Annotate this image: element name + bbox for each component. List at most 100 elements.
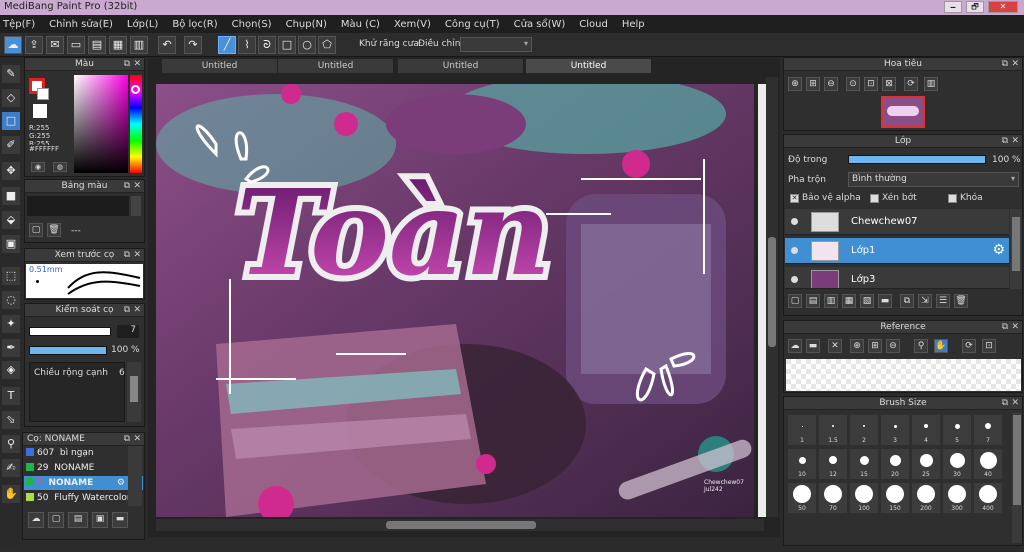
layer-row[interactable]: Lớp3 bbox=[785, 267, 1009, 289]
close-icon[interactable]: ✕ bbox=[1011, 321, 1019, 334]
layer-mask-icon[interactable]: ▧ bbox=[860, 294, 874, 308]
brush-size-cell[interactable]: 7 bbox=[974, 415, 1002, 445]
brush-size-cell[interactable]: 70 bbox=[819, 483, 847, 513]
menu-window[interactable]: Cửa sổ(W) bbox=[514, 19, 566, 30]
blend-mode-dropdown[interactable]: Bình thường ▾ bbox=[848, 172, 1019, 187]
lock-checkbox[interactable] bbox=[948, 194, 957, 203]
gradient-tool-icon[interactable]: ▣ bbox=[2, 235, 20, 253]
line-tool-icon[interactable]: ╱ bbox=[218, 36, 236, 54]
polyline-icon[interactable]: ⌇ bbox=[238, 36, 256, 54]
select-eraser-tool-icon[interactable]: ◈ bbox=[2, 361, 20, 379]
hue-handle[interactable] bbox=[131, 85, 140, 94]
curve-icon[interactable]: ᘐ bbox=[258, 36, 276, 54]
halftone-layer-icon[interactable]: ▦ bbox=[842, 294, 856, 308]
maximize-button[interactable]: 🗗 bbox=[966, 1, 984, 13]
eye-icon[interactable] bbox=[791, 218, 798, 225]
brush-size-cell[interactable]: 50 bbox=[788, 483, 816, 513]
rectangle-icon[interactable]: □ bbox=[278, 36, 296, 54]
undock-icon[interactable]: ⧉ bbox=[1002, 321, 1008, 334]
close-icon[interactable]: ✕ bbox=[1011, 58, 1019, 71]
reference-canvas[interactable] bbox=[786, 359, 1021, 391]
undock-icon[interactable]: ⧉ bbox=[124, 249, 130, 262]
close-icon[interactable]: ✕ bbox=[133, 249, 141, 262]
eye-icon[interactable] bbox=[791, 276, 798, 283]
document-icon[interactable]: ▤ bbox=[88, 36, 106, 54]
comment-icon[interactable]: ▭ bbox=[67, 36, 85, 54]
brush-control-scrollbar[interactable] bbox=[127, 362, 141, 422]
close-icon[interactable]: ✕ bbox=[133, 304, 141, 317]
brush-list-item[interactable]: 29 NONAME bbox=[24, 461, 143, 475]
undock-icon[interactable]: ⧉ bbox=[124, 58, 130, 71]
close-icon[interactable]: ✕ bbox=[1011, 135, 1019, 148]
close-icon[interactable]: ✕ bbox=[133, 180, 141, 193]
cloud-brush-icon[interactable]: ☁ bbox=[28, 512, 44, 528]
brush-size-cell[interactable]: 100 bbox=[850, 483, 878, 513]
text-tool-icon[interactable]: T bbox=[2, 387, 20, 405]
polygon-icon[interactable]: ⬠ bbox=[318, 36, 336, 54]
menu-view[interactable]: Xem(V) bbox=[394, 19, 431, 30]
hand-tool-icon[interactable]: ✋ bbox=[2, 485, 20, 503]
reference-close-icon[interactable]: ✕ bbox=[828, 339, 842, 353]
menu-file[interactable]: Tệp(F) bbox=[3, 19, 35, 30]
fill-tool-icon[interactable]: ■ bbox=[2, 187, 20, 205]
select-pen-tool-icon[interactable]: ✒ bbox=[2, 339, 20, 357]
folder-brush-icon[interactable]: ▬ bbox=[112, 512, 128, 528]
adjust-dropdown[interactable]: ▾ bbox=[460, 37, 532, 52]
layer-row[interactable]: Chewchew07 bbox=[785, 209, 1009, 235]
new-layer-icon[interactable]: ▢ bbox=[788, 294, 802, 308]
brush-size-cell[interactable]: 150 bbox=[881, 483, 909, 513]
palette-area[interactable] bbox=[27, 196, 129, 216]
brush-size-cell[interactable]: 300 bbox=[943, 483, 971, 513]
color-mode-button[interactable]: ◉ bbox=[31, 162, 45, 172]
menu-select[interactable]: Chọn(S) bbox=[232, 19, 272, 30]
flip-icon[interactable]: ▥ bbox=[924, 77, 938, 91]
close-icon[interactable]: ✕ bbox=[133, 58, 141, 71]
zoom-in-icon[interactable]: ⊕ bbox=[788, 77, 802, 91]
duplicate-layer-icon[interactable]: ⧉ bbox=[900, 294, 914, 308]
reference-fit-icon[interactable]: ⊞ bbox=[868, 339, 882, 353]
brush-size-slider[interactable] bbox=[29, 327, 111, 336]
zoom-out-icon[interactable]: ⊖ bbox=[824, 77, 838, 91]
move-tool-icon[interactable]: ✥ bbox=[2, 162, 20, 180]
fit-window-icon[interactable]: ⊡ bbox=[864, 77, 878, 91]
layer-scrollbar[interactable] bbox=[1010, 209, 1022, 289]
merge-layer-icon[interactable]: ⇲ bbox=[918, 294, 932, 308]
brush-size-cell[interactable]: 40 bbox=[974, 449, 1002, 479]
saturation-value-picker[interactable] bbox=[74, 75, 128, 173]
brush-size-cell[interactable]: 30 bbox=[943, 449, 971, 479]
add-palette-icon[interactable]: ▢ bbox=[29, 223, 43, 237]
tab-untitled-1[interactable]: Untitled bbox=[162, 59, 278, 73]
redo-icon[interactable]: ↷ bbox=[184, 36, 202, 54]
lasso-tool-icon[interactable]: ◌ bbox=[2, 291, 20, 309]
brush-list-item[interactable]: 7 NONAME ⚙ bbox=[24, 476, 143, 490]
reference-zoom-out-icon[interactable]: ⊖ bbox=[886, 339, 900, 353]
artwork-canvas[interactable]: Toàn Chewchew07 Jul242 bbox=[156, 84, 754, 517]
undock-icon[interactable]: ⧉ bbox=[124, 304, 130, 317]
dot-tool-icon[interactable]: ✐ bbox=[2, 136, 20, 154]
reference-rotate-icon[interactable]: ⟳ bbox=[962, 339, 976, 353]
delete-palette-icon[interactable]: 🗑 bbox=[47, 223, 61, 237]
undock-icon[interactable]: ⧉ bbox=[124, 433, 130, 446]
rotate-icon[interactable]: ⟳ bbox=[904, 77, 918, 91]
tab-untitled-3[interactable]: Untitled bbox=[398, 59, 524, 73]
menu-filter[interactable]: Bộ lọc(R) bbox=[172, 19, 217, 30]
tab-untitled-2[interactable]: Untitled bbox=[278, 59, 394, 73]
transparent-color-swatch[interactable] bbox=[33, 104, 47, 118]
zoom-actual-icon[interactable]: ⊙ bbox=[846, 77, 860, 91]
menu-tools[interactable]: Công cụ(T) bbox=[445, 19, 500, 30]
brush-size-scrollbar[interactable] bbox=[1012, 413, 1022, 543]
brush-size-cell[interactable]: 25 bbox=[912, 449, 940, 479]
brush-size-cell[interactable]: 1.5 bbox=[819, 415, 847, 445]
eye-icon[interactable] bbox=[791, 247, 798, 254]
layer-properties-icon[interactable]: ☰ bbox=[936, 294, 950, 308]
brush-list-scrollbar[interactable] bbox=[128, 446, 142, 506]
brush-size-value[interactable]: 7 bbox=[117, 325, 139, 338]
layer-folder-icon[interactable]: ▬ bbox=[878, 294, 892, 308]
reference-open-icon[interactable]: ▬ bbox=[806, 339, 820, 353]
secondary-color-swatch[interactable] bbox=[37, 88, 49, 100]
menu-help[interactable]: Help bbox=[622, 19, 645, 30]
alpha-protect-checkbox[interactable]: ✕ bbox=[790, 194, 799, 203]
layer-opacity-slider[interactable] bbox=[848, 155, 986, 164]
select-rect-tool-icon[interactable]: ⬚ bbox=[2, 267, 20, 285]
reference-eyedropper-icon[interactable]: ⚲ bbox=[914, 339, 928, 353]
